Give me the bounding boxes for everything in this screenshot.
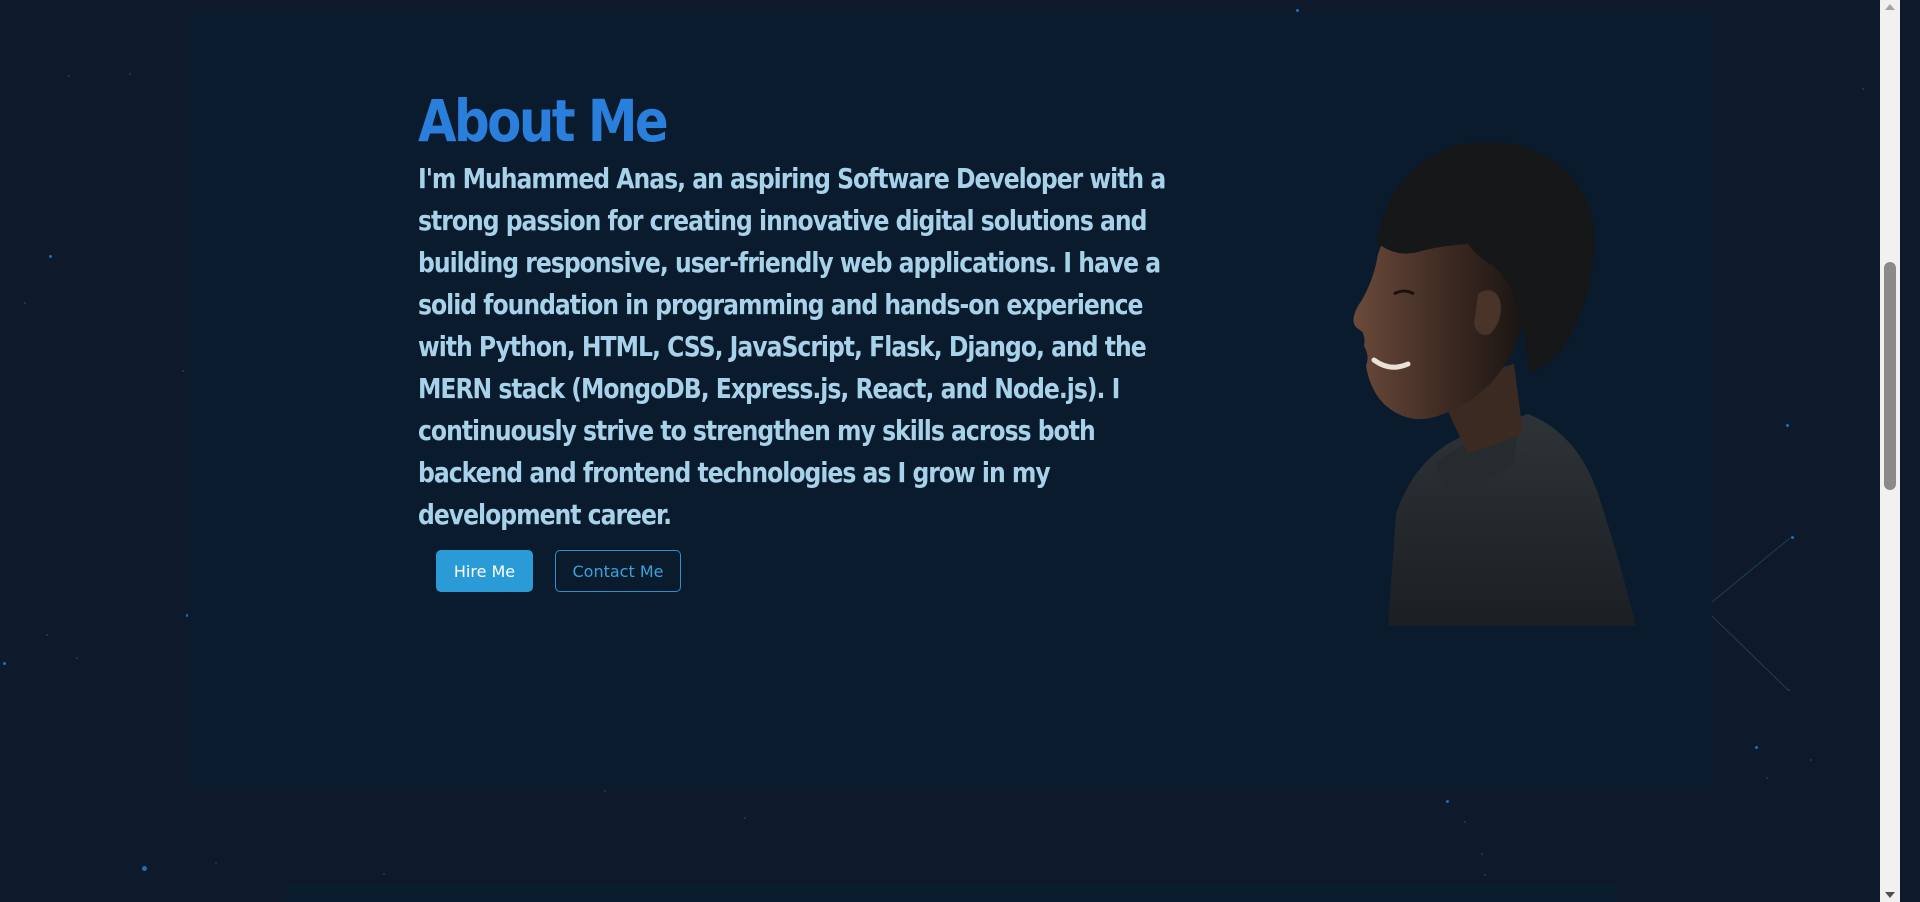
about-description: I'm Muhammed Anas, an aspiring Software …: [418, 162, 1166, 531]
star-particle: [1786, 424, 1789, 427]
star-particle: [49, 255, 52, 258]
star-particle: [1464, 821, 1466, 823]
star-particle: [1810, 759, 1812, 761]
next-section-edge: [286, 884, 1616, 902]
star-particle: [604, 790, 606, 792]
star-particle: [1446, 800, 1449, 803]
scroll-down-icon[interactable]: [1885, 892, 1895, 898]
scroll-thumb[interactable]: [1884, 262, 1896, 490]
vertical-scrollbar[interactable]: [1880, 0, 1900, 902]
star-particle: [68, 75, 70, 77]
star-particle: [744, 817, 746, 819]
star-particle: [142, 866, 147, 871]
hire-me-button[interactable]: Hire Me: [436, 550, 533, 592]
star-particle: [383, 873, 385, 875]
star-particle: [24, 302, 26, 304]
star-particle: [215, 862, 217, 864]
particle-lines: [1711, 537, 1791, 691]
star-particle: [129, 73, 131, 75]
star-particle: [1755, 746, 1758, 749]
star-particle: [46, 634, 48, 636]
star-particle: [76, 657, 78, 659]
page: About Me I'm Muhammed Anas, an aspiring …: [0, 0, 1900, 902]
star-particle: [182, 370, 184, 372]
star-particle: [1862, 88, 1864, 90]
about-title: About Me: [418, 87, 669, 155]
star-particle: [1484, 874, 1486, 876]
contact-me-button[interactable]: Contact Me: [555, 550, 681, 592]
star-particle: [3, 662, 6, 665]
about-text-block: About Me I'm Muhammed Anas, an aspiring …: [418, 86, 1188, 536]
cta-buttons: Hire Me Contact Me: [436, 550, 681, 592]
star-particle: [1481, 853, 1483, 855]
scroll-up-icon[interactable]: [1885, 4, 1895, 10]
star-particle: [1766, 777, 1768, 779]
profile-photo: [1353, 141, 1636, 626]
